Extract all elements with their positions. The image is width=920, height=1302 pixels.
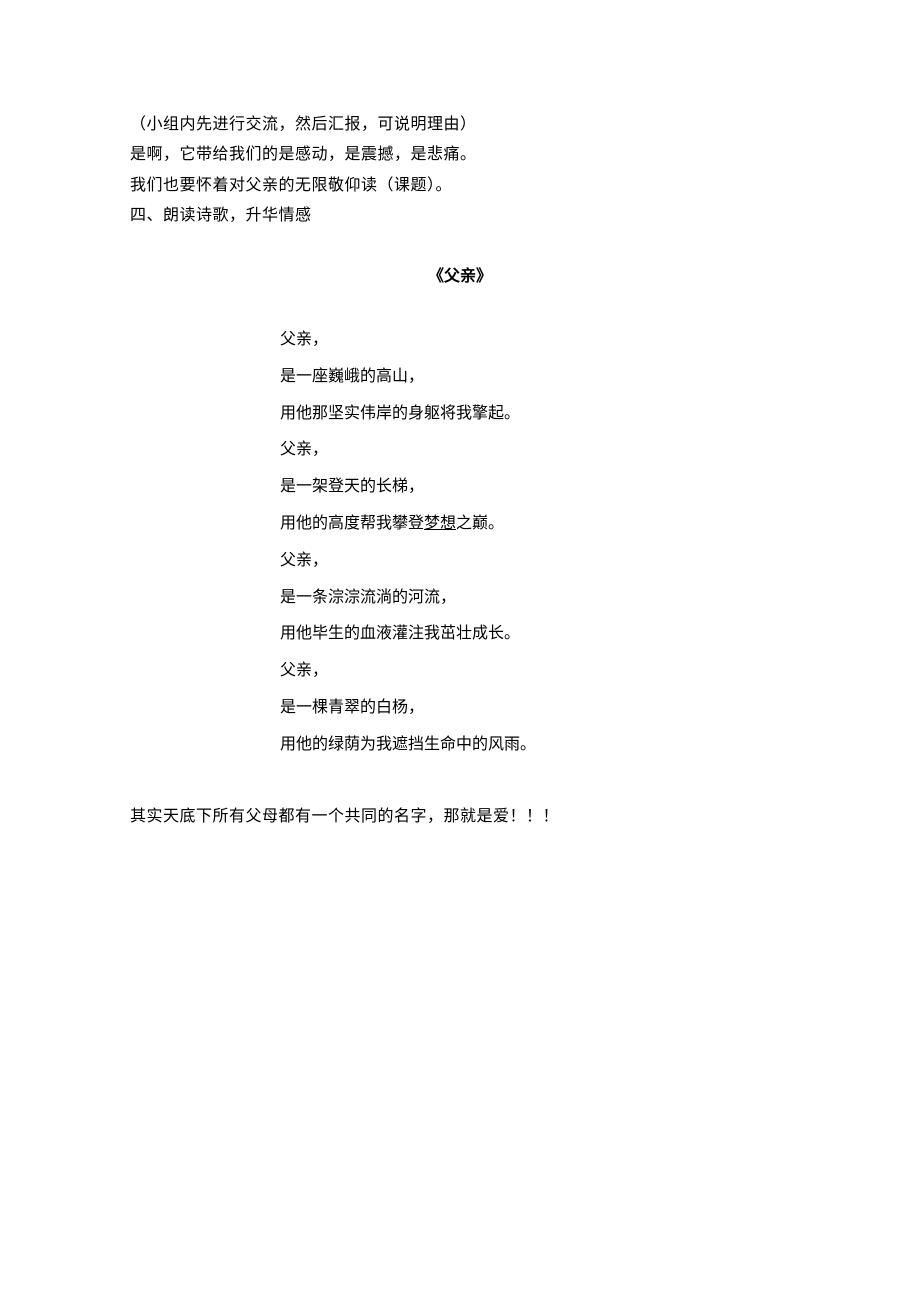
poem-text: 用他的高度帮我攀登 [280, 515, 424, 532]
poem-line: 父亲， [280, 653, 790, 690]
closing-line: 其实天底下所有父母都有一个共同的名字，那就是爱！！！ [130, 802, 790, 832]
intro-line-2: 是啊，它带给我们的是感动，是震撼，是悲痛。 [130, 140, 790, 170]
poem-line: 用他那坚实伟岸的身躯将我擎起。 [280, 396, 790, 433]
intro-line-1: （小组内先进行交流，然后汇报，可说明理由） [130, 110, 790, 140]
poem-line: 父亲， [280, 543, 790, 580]
poem-body: 父亲， 是一座巍峨的高山， 用他那坚实伟岸的身躯将我擎起。 父亲， 是一架登天的… [280, 322, 790, 764]
poem-line: 用他毕生的血液灌注我茁壮成长。 [280, 616, 790, 653]
underlined-text: 梦想 [424, 515, 456, 532]
poem-line: 父亲， [280, 322, 790, 359]
poem-title: 《父亲》 [130, 262, 790, 292]
poem-line: 是一条淙淙流淌的河流， [280, 580, 790, 617]
poem-line: 用他的绿荫为我遮挡生命中的风雨。 [280, 727, 790, 764]
intro-line-3: 我们也要怀着对父亲的无限敬仰读（课题）。 [130, 171, 790, 201]
poem-line: 是一架登天的长梯， [280, 469, 790, 506]
poem-line: 是一座巍峨的高山， [280, 359, 790, 396]
section-heading: 四、朗读诗歌，升华情感 [130, 201, 790, 231]
poem-line: 用他的高度帮我攀登梦想之巅。 [280, 506, 790, 543]
document-page: （小组内先进行交流，然后汇报，可说明理由） 是啊，它带给我们的是感动，是震撼，是… [0, 0, 920, 832]
poem-line: 父亲， [280, 432, 790, 469]
poem-text: 之巅。 [456, 515, 504, 532]
poem-line: 是一棵青翠的白杨， [280, 690, 790, 727]
